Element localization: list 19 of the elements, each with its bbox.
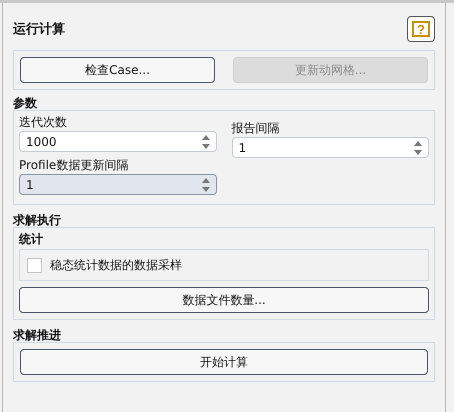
spin-field[interactable]: 1000	[19, 131, 216, 152]
spin-field[interactable]: 1	[19, 174, 216, 195]
field-label: Profile数据更新间隔	[19, 157, 130, 173]
field-label: 报告间隔	[232, 120, 280, 136]
checkbox-label: 稳态统计数据的数据采样	[50, 256, 182, 274]
start-button[interactable]: 开始计算	[20, 349, 428, 375]
panel-title: 运行计算	[13, 21, 65, 38]
section-heading: 求解执行	[13, 213, 62, 227]
field-label: 迭代次数	[19, 114, 68, 130]
group-heading: 统计	[19, 232, 44, 246]
checkbox[interactable]	[27, 258, 42, 272]
spin-arrows-icon[interactable]	[200, 176, 212, 192]
spin-field[interactable]: 1	[232, 137, 429, 158]
section-heading: 求解推进	[13, 328, 62, 342]
action-button[interactable]: 数据文件数量...	[19, 287, 429, 313]
action-button[interactable]: 检查Case...	[20, 57, 215, 83]
section-heading: 参数	[13, 96, 38, 110]
spin-arrows-icon[interactable]	[412, 140, 424, 156]
spin-arrows-icon[interactable]	[200, 134, 212, 150]
